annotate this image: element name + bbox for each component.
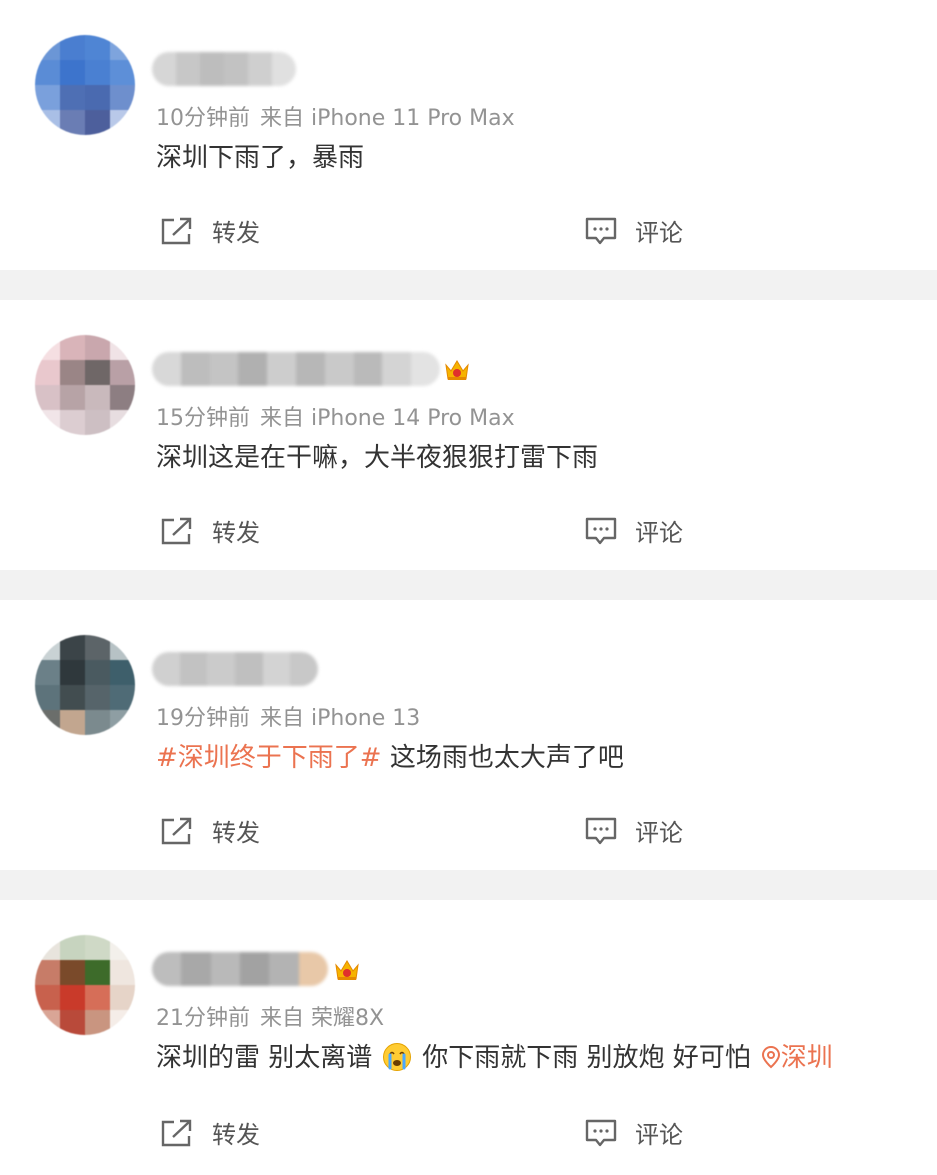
forward-label: 转发: [212, 219, 260, 247]
comment-label: 评论: [635, 519, 683, 547]
forward-label: 转发: [212, 819, 260, 847]
avatar[interactable]: [35, 35, 135, 135]
forward-button[interactable]: 转发: [160, 1115, 260, 1150]
comment-button[interactable]: 评论: [585, 213, 683, 248]
post-meta: 21分钟前 来自 荣耀8X: [156, 1000, 384, 1032]
post-time: 19分钟前: [156, 706, 250, 731]
location-link[interactable]: 深圳: [751, 1043, 833, 1073]
post-source: 来自 iPhone 14 Pro Max: [260, 406, 515, 431]
crying-face-icon: [383, 1043, 412, 1071]
comment-button[interactable]: 评论: [585, 1115, 683, 1150]
post-card: 15分钟前 来自 iPhone 14 Pro Max 深圳这是在干嘛，大半夜狠狠打…: [0, 300, 937, 570]
post-text-part1: 深圳的雷 别太离谱: [156, 1043, 373, 1073]
separator: [0, 870, 937, 900]
separator: [0, 270, 937, 300]
post-source: 来自 iPhone 11 Pro Max: [260, 106, 515, 131]
location-label: 深圳: [780, 1043, 833, 1073]
username-blurred[interactable]: [152, 652, 318, 686]
post-text: 深圳这是在干嘛，大半夜狠狠打雷下雨: [156, 443, 599, 473]
post-time: 15分钟前: [156, 406, 250, 431]
post-time: 21分钟前: [156, 1006, 250, 1031]
post-card: 10分钟前 来自 iPhone 11 Pro Max 深圳下雨了，暴雨 转发 评论: [0, 0, 937, 270]
forward-icon: [161, 517, 192, 544]
post-text-body: 这场雨也太大声了吧: [381, 743, 624, 773]
username-blurred[interactable]: [152, 952, 328, 986]
post-meta: 15分钟前 来自 iPhone 14 Pro Max: [156, 400, 515, 432]
forward-icon: [161, 217, 192, 244]
forward-icon: [161, 817, 192, 844]
location-pin-icon: [761, 1045, 780, 1069]
post-text: 深圳下雨了，暴雨: [156, 143, 365, 173]
username-blurred[interactable]: [152, 52, 296, 86]
comment-feed: 10分钟前 来自 iPhone 11 Pro Max 深圳下雨了，暴雨 转发 评论: [0, 0, 937, 1175]
post-time: 10分钟前: [156, 106, 250, 131]
forward-label: 转发: [212, 1121, 260, 1149]
post-text-part2: 你下雨就下雨 别放炮 好可怕: [422, 1043, 751, 1073]
forward-button[interactable]: 转发: [160, 813, 260, 848]
forward-icon: [161, 1119, 192, 1146]
comment-label: 评论: [635, 219, 683, 247]
avatar[interactable]: [35, 935, 135, 1035]
post-text: 深圳的雷 别太离谱 你下雨就下雨 别放炮 好可怕 深圳: [156, 1040, 833, 1076]
comment-icon: [585, 1119, 617, 1146]
post-card: 19分钟前 来自 iPhone 13 #深圳终于下雨了# 这场雨也太大声了吧 转发…: [0, 600, 937, 870]
post-meta: 10分钟前 来自 iPhone 11 Pro Max: [156, 100, 515, 132]
post-text: #深圳终于下雨了# 这场雨也太大声了吧: [156, 740, 624, 776]
post-source: 来自 iPhone 13: [260, 706, 421, 731]
topic-link[interactable]: #深圳终于下雨了#: [156, 743, 382, 773]
comment-label: 评论: [635, 1121, 683, 1149]
forward-button[interactable]: 转发: [160, 213, 260, 248]
post-source: 来自 荣耀8X: [260, 1006, 385, 1031]
comment-label: 评论: [635, 819, 683, 847]
username-blurred[interactable]: [152, 352, 440, 386]
comment-button[interactable]: 评论: [585, 813, 683, 848]
separator: [0, 570, 937, 600]
comment-icon: [585, 817, 617, 844]
vip-crown-icon: [445, 360, 469, 380]
forward-label: 转发: [212, 519, 260, 547]
comment-button[interactable]: 评论: [585, 513, 683, 548]
post-card: 21分钟前 来自 荣耀8X 深圳的雷 别太离谱 你下雨就下雨 别放炮 好可怕 深圳 …: [0, 900, 937, 1175]
avatar[interactable]: [35, 335, 135, 435]
avatar[interactable]: [35, 635, 135, 735]
comment-icon: [585, 517, 617, 544]
vip-crown-icon: [335, 960, 359, 980]
comment-icon: [585, 217, 617, 244]
forward-button[interactable]: 转发: [160, 513, 260, 548]
post-meta: 19分钟前 来自 iPhone 13: [156, 700, 420, 732]
